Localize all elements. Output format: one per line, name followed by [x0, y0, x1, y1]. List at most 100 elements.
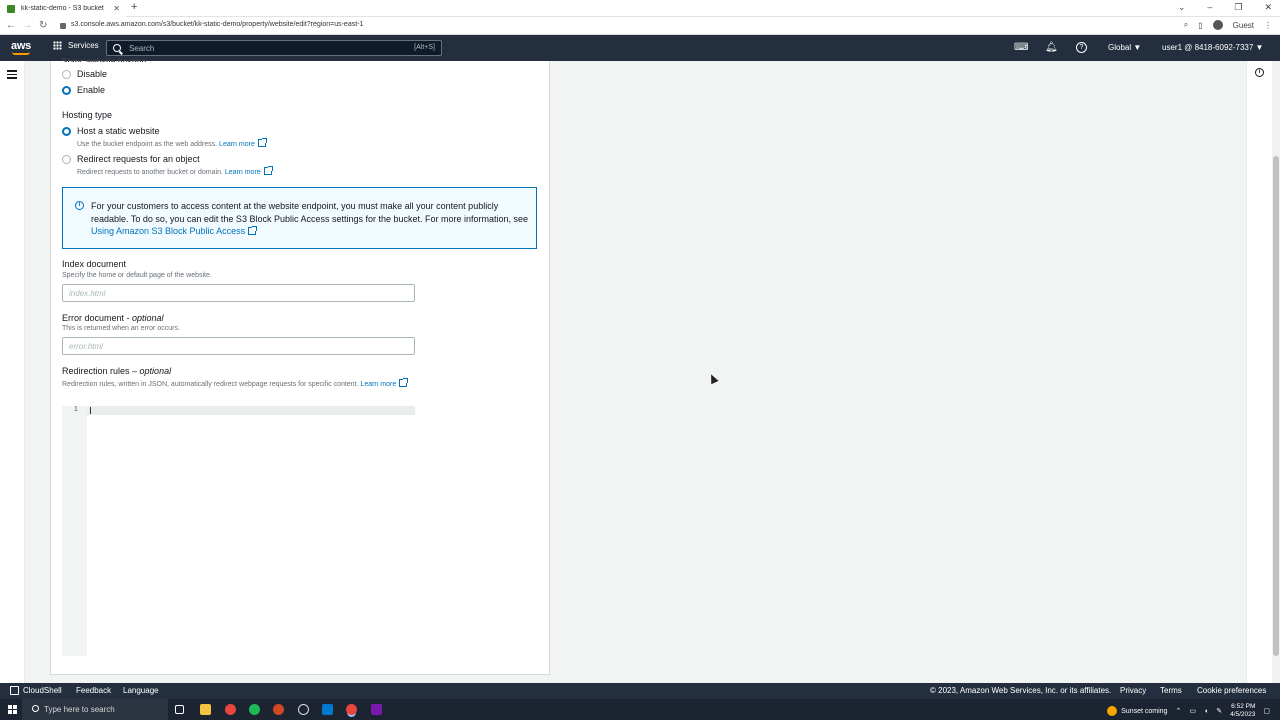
scroll-thumb[interactable] — [1273, 156, 1279, 656]
chevron-up-icon[interactable]: ⌃ — [1175, 707, 1181, 715]
s3-favicon-icon — [7, 4, 15, 13]
enable-radio[interactable] — [62, 86, 71, 95]
hosting-type-label: Hosting type — [62, 110, 113, 120]
left-nav-strip — [0, 61, 25, 683]
help-icon[interactable]: ? — [1076, 42, 1087, 53]
index-document-label: Index document — [62, 259, 127, 269]
external-link-icon — [399, 378, 409, 387]
more-menu-icon[interactable]: ⋮ — [1264, 21, 1272, 30]
maximize-icon[interactable]: ❐ — [1234, 2, 1242, 13]
redirection-rules-desc: Redirection rules, written in JSON, auto… — [62, 381, 359, 388]
weather-icon — [1107, 706, 1118, 716]
enable-label[interactable]: Enable — [77, 85, 105, 95]
onenote-icon[interactable] — [371, 704, 382, 715]
external-link-icon — [257, 138, 267, 147]
alert-text: For your customers to access content at … — [91, 201, 529, 224]
chevron-down-icon[interactable]: ⌄ — [1178, 2, 1186, 13]
services-menu-button[interactable]: Services — [53, 41, 99, 50]
avatar[interactable] — [1212, 20, 1223, 30]
bell-icon[interactable]: 🔔︎ — [1045, 42, 1058, 53]
region-selector[interactable]: Global ▼ — [1108, 43, 1141, 52]
zoom-icon[interactable]: ⌕ — [1184, 20, 1188, 30]
cloudshell-icon[interactable]: ⌨ — [1014, 42, 1028, 53]
reload-icon[interactable]: ↻ — [39, 20, 47, 31]
search-icon — [32, 705, 39, 712]
windows-start-icon[interactable] — [8, 705, 17, 714]
host-static-radio[interactable] — [62, 127, 71, 136]
language-link[interactable]: Language — [123, 686, 159, 695]
volume-icon[interactable]: ◖ — [1204, 708, 1208, 715]
feedback-link[interactable]: Feedback — [76, 686, 111, 695]
new-tab-icon[interactable]: + — [131, 1, 137, 13]
task-view-icon[interactable] — [175, 705, 184, 714]
network-icon[interactable]: ▭ — [1189, 707, 1196, 715]
optional-label: optional — [139, 366, 172, 376]
taskbar-clock[interactable]: 6:52 PM 4/5/2023 — [1230, 703, 1255, 719]
index-document-input[interactable] — [62, 284, 415, 302]
tab-close-icon[interactable]: ✕ — [113, 4, 120, 13]
page-scrollbar[interactable] — [1272, 61, 1280, 683]
account-menu[interactable]: user1 @ 8418-6092-7337 ▼ — [1162, 43, 1263, 52]
search-input[interactable] — [127, 43, 377, 54]
redirect-desc: Redirect requests to another bucket or d… — [77, 169, 223, 176]
lock-icon — [60, 23, 66, 29]
disable-label[interactable]: Disable — [77, 69, 107, 79]
external-link-icon — [248, 226, 258, 235]
copyright-text: © 2023, Amazon Web Services, Inc. or its… — [930, 686, 1112, 695]
forward-icon[interactable]: → — [22, 20, 32, 31]
services-label: Services — [68, 41, 99, 50]
learn-more-link[interactable]: Learn more — [219, 141, 255, 148]
cloudshell-link[interactable]: CloudShell — [23, 686, 62, 695]
learn-more-link[interactable]: Learn more — [225, 169, 261, 176]
info-panel-icon[interactable]: i — [1255, 68, 1264, 77]
redirect-label[interactable]: Redirect requests for an object — [77, 154, 200, 164]
app-outline-icon[interactable] — [298, 704, 309, 715]
clock-time: 6:52 PM — [1231, 703, 1256, 710]
chrome-icon[interactable] — [225, 704, 236, 715]
info-alert: i For your customers to access content a… — [62, 187, 537, 249]
sidebar-icon[interactable]: ▯ — [1198, 21, 1202, 30]
block-public-access-link[interactable]: Using Amazon S3 Block Public Access — [91, 226, 245, 236]
clock-date: 4/5/2023 — [1230, 711, 1256, 718]
spotify-icon[interactable] — [249, 704, 260, 715]
privacy-link[interactable]: Privacy — [1120, 686, 1146, 695]
app-red-icon[interactable] — [273, 704, 284, 715]
cookie-preferences-link[interactable]: Cookie preferences — [1197, 686, 1266, 695]
error-document-input[interactable] — [62, 337, 415, 355]
notifications-icon[interactable]: ▢ — [1263, 707, 1270, 715]
hamburger-menu-icon[interactable] — [7, 70, 17, 81]
close-window-icon[interactable]: ✕ — [1264, 2, 1272, 13]
weather-text[interactable]: Sunset coming — [1121, 708, 1167, 715]
window-controls: ⌄ – ❐ ✕ — [1178, 2, 1272, 13]
learn-more-link[interactable]: Learn more — [360, 381, 396, 388]
redirect-radio[interactable] — [62, 155, 71, 164]
redirection-rules-editor[interactable]: 1 — [62, 406, 415, 656]
info-icon: i — [75, 201, 84, 210]
taskbar-search[interactable]: Type here to search — [22, 699, 168, 720]
editor-gutter: 1 — [62, 406, 87, 656]
mouse-pointer-icon — [707, 372, 719, 385]
host-static-label[interactable]: Host a static website — [77, 126, 160, 136]
section-title-clipped: Static website hosting — [62, 57, 147, 62]
line-number: 1 — [74, 406, 78, 413]
profile-label[interactable]: Guest — [1233, 21, 1254, 30]
file-explorer-icon[interactable] — [200, 704, 211, 715]
url-text[interactable]: s3.console.aws.amazon.com/s3/bucket/kk-s… — [71, 21, 363, 28]
back-icon[interactable]: ← — [6, 20, 16, 31]
browser-tab[interactable]: kk-static-demo - S3 bucket ✕ — [0, 0, 126, 17]
chrome-active-icon[interactable] — [346, 704, 357, 715]
cloudshell-footer-icon[interactable] — [10, 686, 19, 695]
error-document-desc: This is returned when an error occurs. — [62, 325, 180, 332]
search-box[interactable]: [Alt+S] — [106, 40, 442, 56]
pen-icon[interactable]: ✎ — [1216, 707, 1222, 715]
editor-active-line[interactable] — [87, 406, 415, 415]
tab-title: kk-static-demo - S3 bucket — [21, 5, 104, 12]
disable-radio[interactable] — [62, 70, 71, 79]
windows-taskbar: Type here to search Sunset coming ⌃ ▭ ◖ … — [0, 699, 1280, 720]
minimize-icon[interactable]: – — [1207, 2, 1212, 13]
grid-icon — [53, 41, 62, 50]
terms-link[interactable]: Terms — [1160, 686, 1182, 695]
search-icon — [113, 44, 121, 52]
aws-logo[interactable]: aws — [11, 40, 31, 52]
vscode-icon[interactable] — [322, 704, 333, 715]
